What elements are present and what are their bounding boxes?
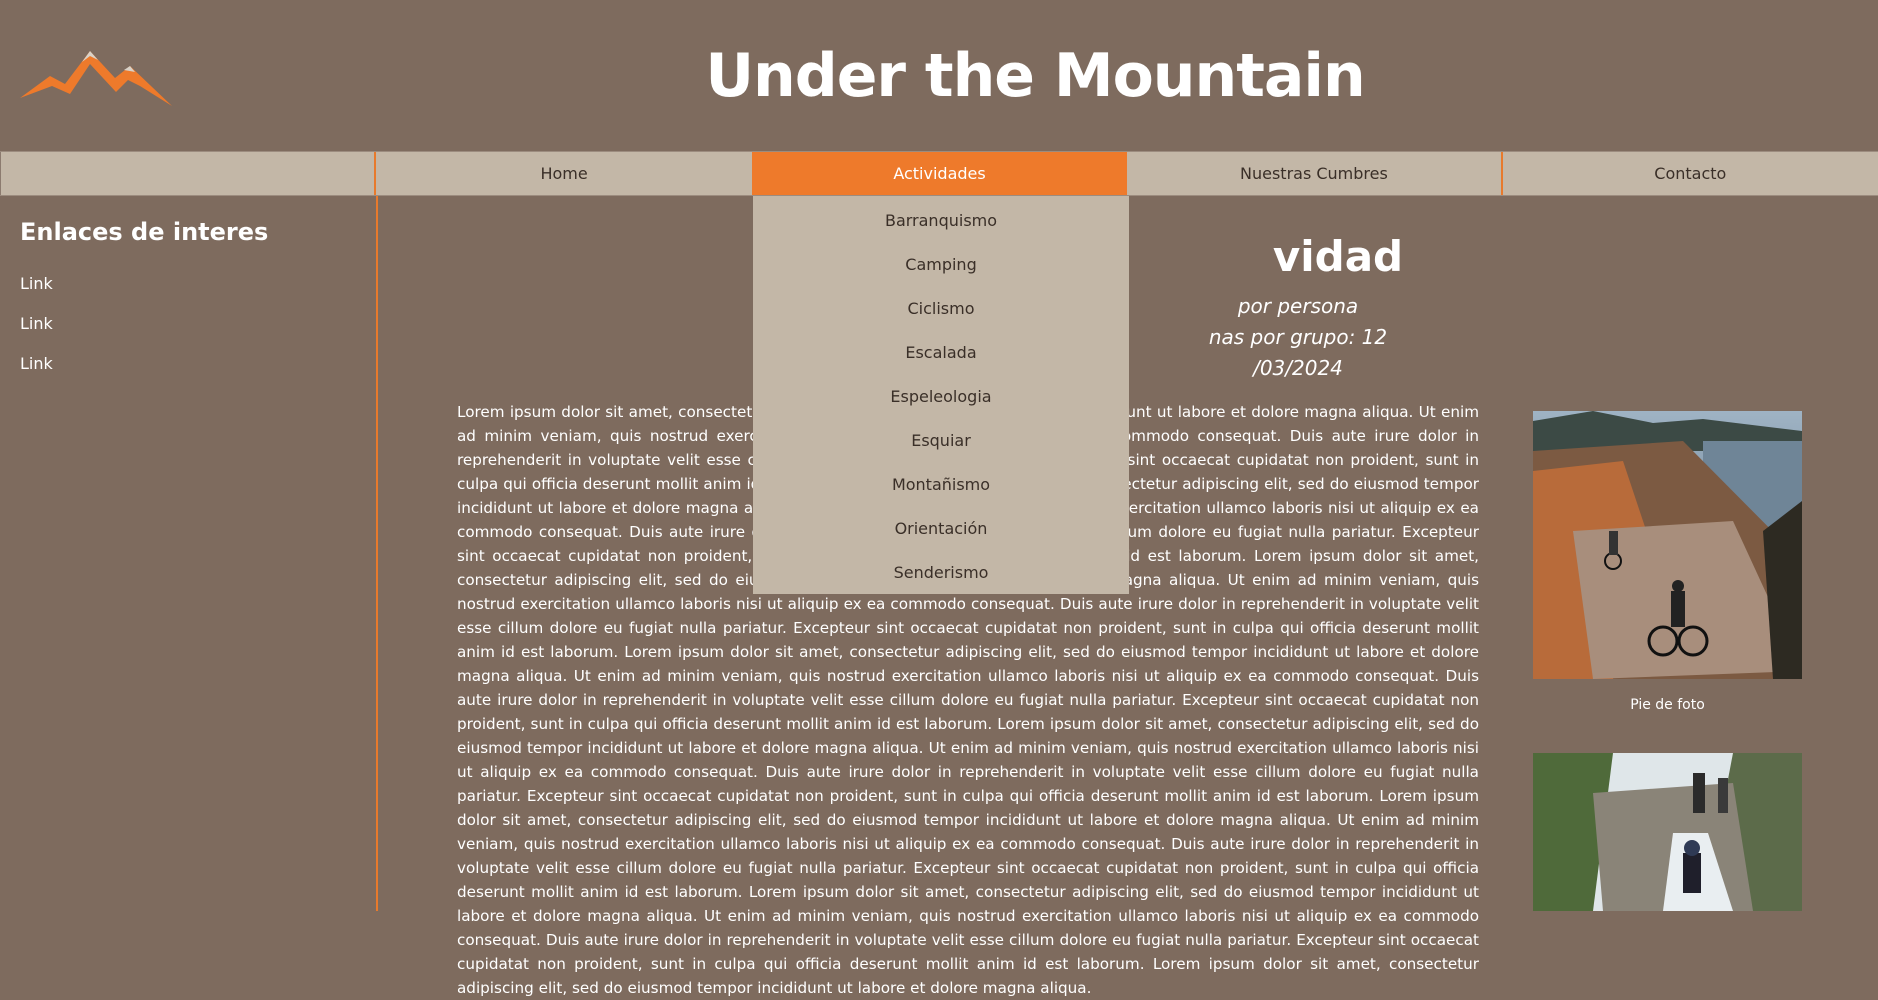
photo-caption: Pie de foto xyxy=(1630,697,1705,713)
dropdown-item-senderismo[interactable]: Senderismo xyxy=(753,550,1129,594)
main-nav: Home Actividades Nuestras Cumbres Contac… xyxy=(0,151,1878,196)
sidebar-link[interactable]: Link xyxy=(20,274,53,293)
dropdown-item-camping[interactable]: Camping xyxy=(753,242,1129,286)
site-title: Under the Mountain xyxy=(705,41,1365,111)
actividades-dropdown: Barranquismo Camping Ciclismo Escalada E… xyxy=(753,196,1129,594)
dropdown-item-ciclismo[interactable]: Ciclismo xyxy=(753,286,1129,330)
sidebar-link[interactable]: Link xyxy=(20,314,53,333)
dropdown-item-montanismo[interactable]: Montañismo xyxy=(753,462,1129,506)
sidebar-link[interactable]: Link xyxy=(20,354,53,373)
nav-item-actividades[interactable]: Actividades xyxy=(751,152,1128,195)
dropdown-item-escalada[interactable]: Escalada xyxy=(753,330,1129,374)
nav-item-nuestras-cumbres[interactable]: Nuestras Cumbres xyxy=(1127,152,1503,195)
canyoning-photo xyxy=(1533,753,1802,911)
sidebar-title: Enlaces de interes xyxy=(20,218,269,246)
nav-spacer xyxy=(0,152,377,195)
dropdown-item-barranquismo[interactable]: Barranquismo xyxy=(753,198,1129,242)
mountain-bike-photo xyxy=(1533,411,1802,679)
dropdown-item-espeleologia[interactable]: Espeleologia xyxy=(753,374,1129,418)
nav-item-home[interactable]: Home xyxy=(376,152,751,195)
dropdown-item-orientacion[interactable]: Orientación xyxy=(753,506,1129,550)
dropdown-item-esquiar[interactable]: Esquiar xyxy=(753,418,1129,462)
nav-item-contacto[interactable]: Contacto xyxy=(1503,152,1878,195)
